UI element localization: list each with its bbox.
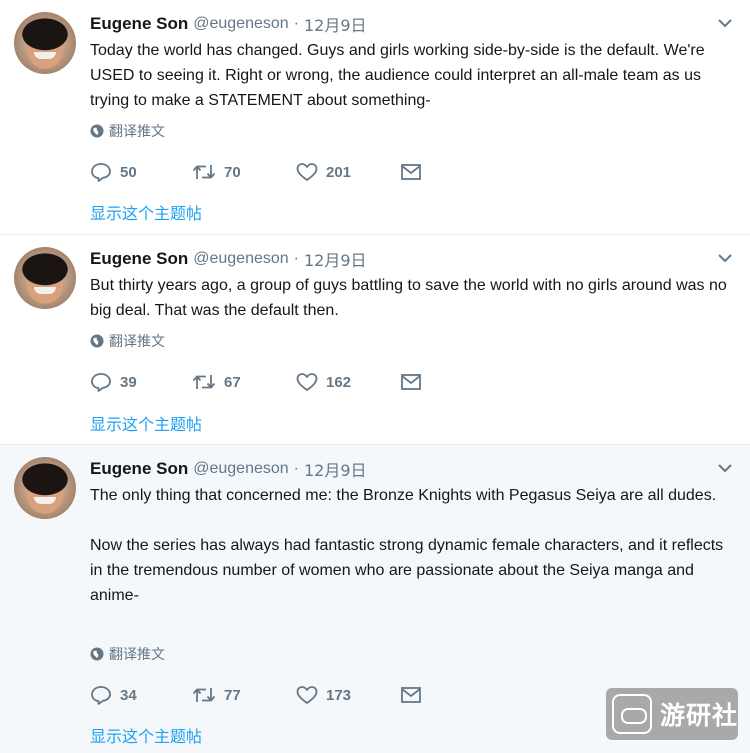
tweet-actions: 34 77 173 xyxy=(90,683,422,707)
author-name[interactable]: Eugene Son xyxy=(90,459,188,479)
globe-icon xyxy=(90,647,104,661)
like-button[interactable]: 162 xyxy=(296,372,400,392)
tweet-paragraph: But thirty years ago, a group of guys ba… xyxy=(90,277,727,319)
tweet-header: Eugene Son @eugeneson · 12月9日 xyxy=(90,12,367,36)
tweet[interactable]: Eugene Son @eugeneson · 12月9日 Today the … xyxy=(0,0,750,235)
tweet-text: But thirty years ago, a group of guys ba… xyxy=(90,273,735,323)
author-name[interactable]: Eugene Son xyxy=(90,14,188,34)
reply-button[interactable]: 39 xyxy=(90,372,192,392)
globe-icon xyxy=(90,124,104,138)
chevron-down-icon[interactable] xyxy=(718,463,732,473)
translate-tweet-link[interactable]: 翻译推文 xyxy=(90,332,165,350)
tweet-header: Eugene Son @eugeneson · 12月9日 xyxy=(90,247,367,271)
direct-message-button[interactable] xyxy=(400,373,422,391)
watermark: 游研社 xyxy=(606,688,738,740)
translate-label: 翻译推文 xyxy=(109,334,165,350)
retweet-icon xyxy=(192,688,216,702)
avatar[interactable] xyxy=(14,247,76,309)
tweet-actions: 50 70 201 xyxy=(90,160,422,184)
retweet-count: 67 xyxy=(224,373,241,391)
retweet-button[interactable]: 67 xyxy=(192,372,296,392)
avatar[interactable] xyxy=(14,12,76,74)
reply-icon xyxy=(91,686,111,705)
show-thread-link[interactable]: 显示这个主题帖 xyxy=(90,723,202,747)
like-button[interactable]: 173 xyxy=(296,685,400,705)
reply-button[interactable]: 34 xyxy=(90,685,192,705)
avatar[interactable] xyxy=(14,457,76,519)
direct-message-button[interactable] xyxy=(400,686,422,704)
tweet-date[interactable]: 12月9日 xyxy=(304,247,367,271)
heart-icon xyxy=(296,686,318,704)
tweet[interactable]: Eugene Son @eugeneson · 12月9日 But thirty… xyxy=(0,235,750,445)
chevron-down-icon[interactable] xyxy=(718,18,732,28)
tweet-date[interactable]: 12月9日 xyxy=(304,12,367,36)
show-thread-link[interactable]: 显示这个主题帖 xyxy=(90,411,202,435)
tweet-text: The only thing that concerned me: the Br… xyxy=(90,483,735,608)
tweet-paragraph: The only thing that concerned me: the Br… xyxy=(90,487,717,504)
reply-count: 39 xyxy=(120,373,137,391)
reply-count: 50 xyxy=(120,163,137,181)
translate-label: 翻译推文 xyxy=(109,124,165,140)
retweet-count: 77 xyxy=(224,686,241,704)
watermark-text: 游研社 xyxy=(660,701,739,730)
tweet-text: Today the world has changed. Guys and gi… xyxy=(90,38,735,113)
gamepad-logo-icon xyxy=(612,694,652,734)
tweet-actions: 39 67 162 xyxy=(90,370,422,394)
envelope-icon xyxy=(401,374,421,390)
translate-label: 翻译推文 xyxy=(109,647,165,663)
show-thread-link[interactable]: 显示这个主题帖 xyxy=(90,200,202,224)
reply-icon xyxy=(91,373,111,392)
reply-count: 34 xyxy=(120,686,137,704)
separator-dot: · xyxy=(293,15,299,32)
like-count: 173 xyxy=(326,686,352,704)
tweet-date[interactable]: 12月9日 xyxy=(304,457,367,481)
tweet-paragraph: Today the world has changed. Guys and gi… xyxy=(90,42,705,109)
retweet-count: 70 xyxy=(224,163,241,181)
like-count: 201 xyxy=(326,163,352,181)
separator-dot: · xyxy=(293,250,299,267)
separator-dot: · xyxy=(293,460,299,477)
tweet-header: Eugene Son @eugeneson · 12月9日 xyxy=(90,457,367,481)
chevron-down-icon[interactable] xyxy=(718,253,732,263)
globe-icon xyxy=(90,334,104,348)
retweet-button[interactable]: 70 xyxy=(192,162,296,182)
author-name[interactable]: Eugene Son xyxy=(90,249,188,269)
translate-tweet-link[interactable]: 翻译推文 xyxy=(90,122,165,140)
author-handle[interactable]: @eugeneson xyxy=(193,460,288,478)
tweet-paragraph: Now the series has always had fantastic … xyxy=(90,537,724,604)
reply-button[interactable]: 50 xyxy=(90,162,192,182)
reply-icon xyxy=(91,163,111,182)
envelope-icon xyxy=(401,164,421,180)
retweet-icon xyxy=(192,375,216,389)
envelope-icon xyxy=(401,687,421,703)
retweet-icon xyxy=(192,165,216,179)
timeline: Eugene Son @eugeneson · 12月9日 Today the … xyxy=(0,0,750,753)
author-handle[interactable]: @eugeneson xyxy=(193,250,288,268)
direct-message-button[interactable] xyxy=(400,163,422,181)
heart-icon xyxy=(296,163,318,181)
translate-tweet-link[interactable]: 翻译推文 xyxy=(90,645,165,663)
author-handle[interactable]: @eugeneson xyxy=(193,15,288,33)
like-button[interactable]: 201 xyxy=(296,162,400,182)
like-count: 162 xyxy=(326,373,352,391)
retweet-button[interactable]: 77 xyxy=(192,685,296,705)
heart-icon xyxy=(296,373,318,391)
